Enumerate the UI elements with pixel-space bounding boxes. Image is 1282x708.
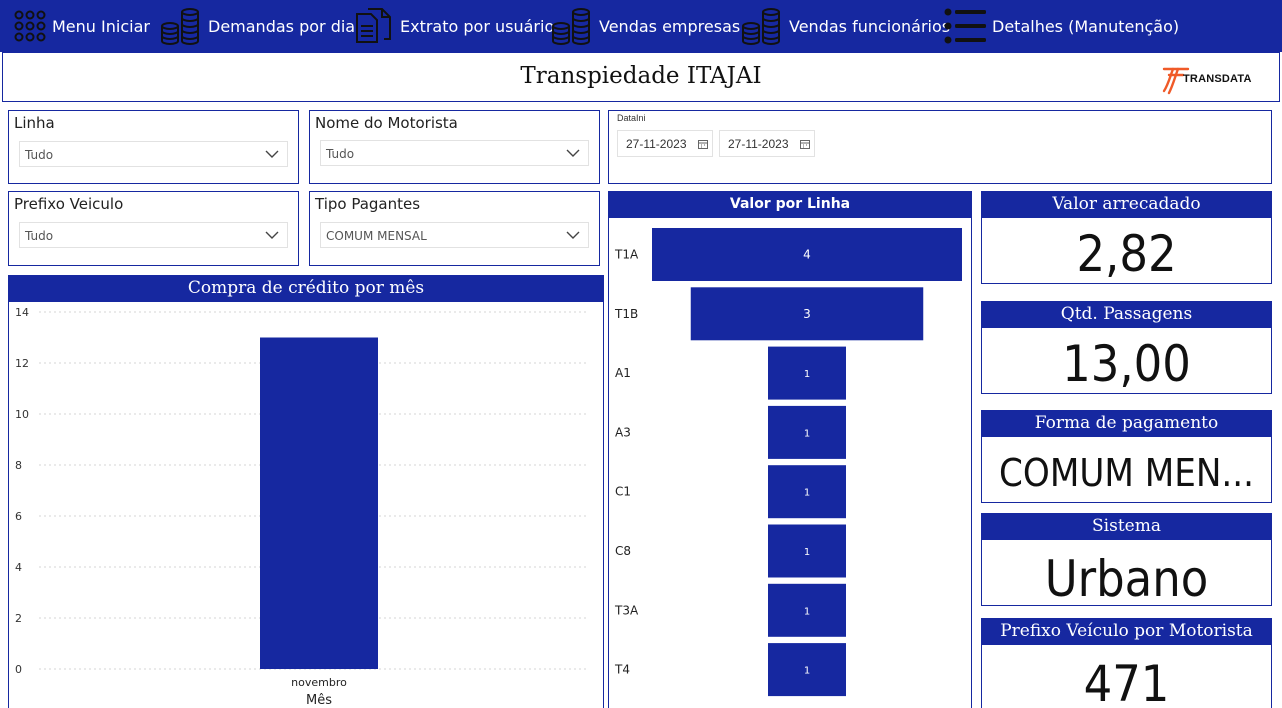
card-value: 2,82 xyxy=(1076,225,1177,283)
prefixo-veiculo-slicer: Prefixo Veiculo Tudo xyxy=(8,191,299,266)
calendar-icon xyxy=(800,140,810,149)
category-label: T1B xyxy=(614,307,638,321)
tipo-pagantes-dropdown[interactable]: COMUM MENSAL xyxy=(320,222,589,248)
tipo-pagantes-slicer: Tipo Pagantes COMUM MENSAL xyxy=(309,191,600,266)
start-date-input[interactable]: 27-11-2023 xyxy=(617,130,713,157)
card-value: 471 xyxy=(1083,655,1170,708)
nav-label: Menu Iniciar xyxy=(52,16,150,36)
page-title: Transpiedade ITAJAI xyxy=(520,63,762,89)
card-title: Qtd. Passagens xyxy=(982,302,1271,328)
logo-text: TRANSDATA xyxy=(1183,73,1252,85)
card-title: Prefixo Veículo por Motorista xyxy=(982,619,1271,645)
dropdown-value: COMUM MENSAL xyxy=(326,229,427,243)
dropdown-value: Tudo xyxy=(25,229,54,243)
y-tick-label: 0 xyxy=(15,663,22,676)
data-label: 1 xyxy=(804,666,810,677)
nav-label: Detalhes (Manutenção) xyxy=(992,16,1180,36)
data-label: 1 xyxy=(804,488,810,499)
y-tick-label: 2 xyxy=(15,612,22,625)
coin-stacks-icon xyxy=(552,8,590,45)
card-title: Valor arrecadado xyxy=(982,192,1271,218)
linha-dropdown[interactable]: Tudo xyxy=(19,141,288,167)
chevron-down-icon xyxy=(566,149,580,157)
data-label: 1 xyxy=(804,369,810,380)
coin-stacks-icon xyxy=(161,8,199,45)
nome-motorista-dropdown[interactable]: Tudo xyxy=(320,140,589,166)
nav-demandas-por-dia-button[interactable]: Demandas por dia xyxy=(160,4,355,48)
category-label: A3 xyxy=(615,425,631,439)
nome-motorista-slicer: Nome do Motorista Tudo xyxy=(309,110,600,184)
slicer-title: Linha xyxy=(14,114,55,132)
y-tick-label: 12 xyxy=(15,357,29,370)
chevron-down-icon xyxy=(265,150,279,158)
y-tick-label: 10 xyxy=(15,408,29,421)
compra-credito-chart: 0 2 4 6 8 10 12 14 novembro Mês xyxy=(15,306,589,708)
forma-pagamento-card: Forma de pagamento COMUM MEN... xyxy=(981,410,1272,503)
category-label: A1 xyxy=(615,366,631,380)
nav-label: Extrato por usuário xyxy=(400,16,555,36)
slicer-title: Prefixo Veiculo xyxy=(14,195,124,213)
data-label: 1 xyxy=(804,428,810,439)
chevron-down-icon xyxy=(265,231,279,239)
coin-stacks-icon xyxy=(742,8,780,45)
card-title: Forma de pagamento xyxy=(982,411,1271,437)
nav-label: Vendas funcionários xyxy=(789,16,951,36)
card-value: COMUM MEN... xyxy=(999,451,1254,495)
sistema-card: Sistema Urbano xyxy=(981,513,1272,606)
category-label: T3A xyxy=(614,603,639,617)
calendar-icon xyxy=(698,140,708,149)
y-tick-label: 6 xyxy=(15,510,22,523)
date-value: 27-11-2023 xyxy=(728,137,789,151)
card-title: Sistema xyxy=(982,514,1271,540)
title-bar: Transpiedade ITAJAI TRANSDATA xyxy=(2,52,1280,102)
chart-title: Valor por Linha xyxy=(609,192,971,218)
qtd-passagens-card: Qtd. Passagens 13,00 xyxy=(981,301,1272,394)
nav-label: Demandas por dia xyxy=(208,16,356,36)
category-label: T4 xyxy=(614,663,630,677)
valor-por-linha-chart-panel: Valor por Linha T1A 4 T1B 3 A1 1 A3 1 C1 1 C8 1 T3A 1… xyxy=(608,191,972,708)
nav-extrato-por-usuario-button[interactable]: Extrato por usuário xyxy=(354,4,554,48)
data-ini-slicer: DataIni 27-11-2023 27-11-2023 xyxy=(608,110,1272,184)
slicer-title: Tipo Pagantes xyxy=(315,195,421,213)
nav-menu-iniciar-button[interactable]: Menu Iniciar xyxy=(14,4,150,48)
transdata-logo: TRANSDATA xyxy=(1161,63,1271,95)
data-label: 3 xyxy=(803,307,811,321)
compra-credito-chart-panel: Compra de crédito por mês 0 2 4 6 8 10 12 14 nov… xyxy=(8,275,604,708)
category-label: T1A xyxy=(614,248,639,262)
nav-vendas-funcionarios-button[interactable]: Vendas funcionários xyxy=(741,4,950,48)
valor-arrecadado-card: Valor arrecadado 2,82 xyxy=(981,191,1272,284)
chart-title: Compra de crédito por mês xyxy=(9,276,603,302)
data-label: 4 xyxy=(803,248,811,262)
data-label: 1 xyxy=(804,547,810,558)
prefixo-veiculo-dropdown[interactable]: Tudo xyxy=(19,222,288,248)
nav-vendas-empresas-button[interactable]: Vendas empresas xyxy=(551,4,740,48)
nav-detalhes-manutencao-button[interactable]: Detalhes (Manutenção) xyxy=(944,4,1179,48)
category-label: C1 xyxy=(615,485,631,499)
dropdown-value: Tudo xyxy=(326,147,355,161)
slicer-title: Nome do Motorista xyxy=(315,114,458,132)
card-value: Urbano xyxy=(1044,550,1209,606)
chevron-down-icon xyxy=(566,231,580,239)
list-icon xyxy=(944,8,986,44)
y-tick-label: 4 xyxy=(15,561,22,574)
valor-por-linha-chart: T1A 4 T1B 3 A1 1 A3 1 C1 1 C8 1 T3A 1 T4 1 xyxy=(614,228,962,697)
linha-slicer: Linha Tudo xyxy=(8,110,299,184)
nav-label: Vendas empresas xyxy=(599,16,741,36)
prefixo-motorista-card: Prefixo Veículo por Motorista 471 xyxy=(981,618,1272,708)
documents-icon xyxy=(356,8,391,43)
category-label: C8 xyxy=(615,544,631,558)
y-tick-label: 14 xyxy=(15,306,29,319)
card-value: 13,00 xyxy=(1062,335,1191,393)
top-navigation-bar: Menu Iniciar Demandas por dia Extrato po… xyxy=(0,0,1282,52)
dropdown-value: Tudo xyxy=(25,148,54,162)
y-tick-label: 8 xyxy=(15,459,22,472)
date-value: 27-11-2023 xyxy=(626,137,687,151)
slicer-title: DataIni xyxy=(617,113,646,123)
bar-novembro xyxy=(260,337,378,669)
data-label: 1 xyxy=(804,606,810,617)
x-axis-title: Mês xyxy=(306,693,332,708)
x-tick-label: novembro xyxy=(291,676,347,689)
grid-dots-icon xyxy=(14,10,46,42)
end-date-input[interactable]: 27-11-2023 xyxy=(719,130,815,157)
